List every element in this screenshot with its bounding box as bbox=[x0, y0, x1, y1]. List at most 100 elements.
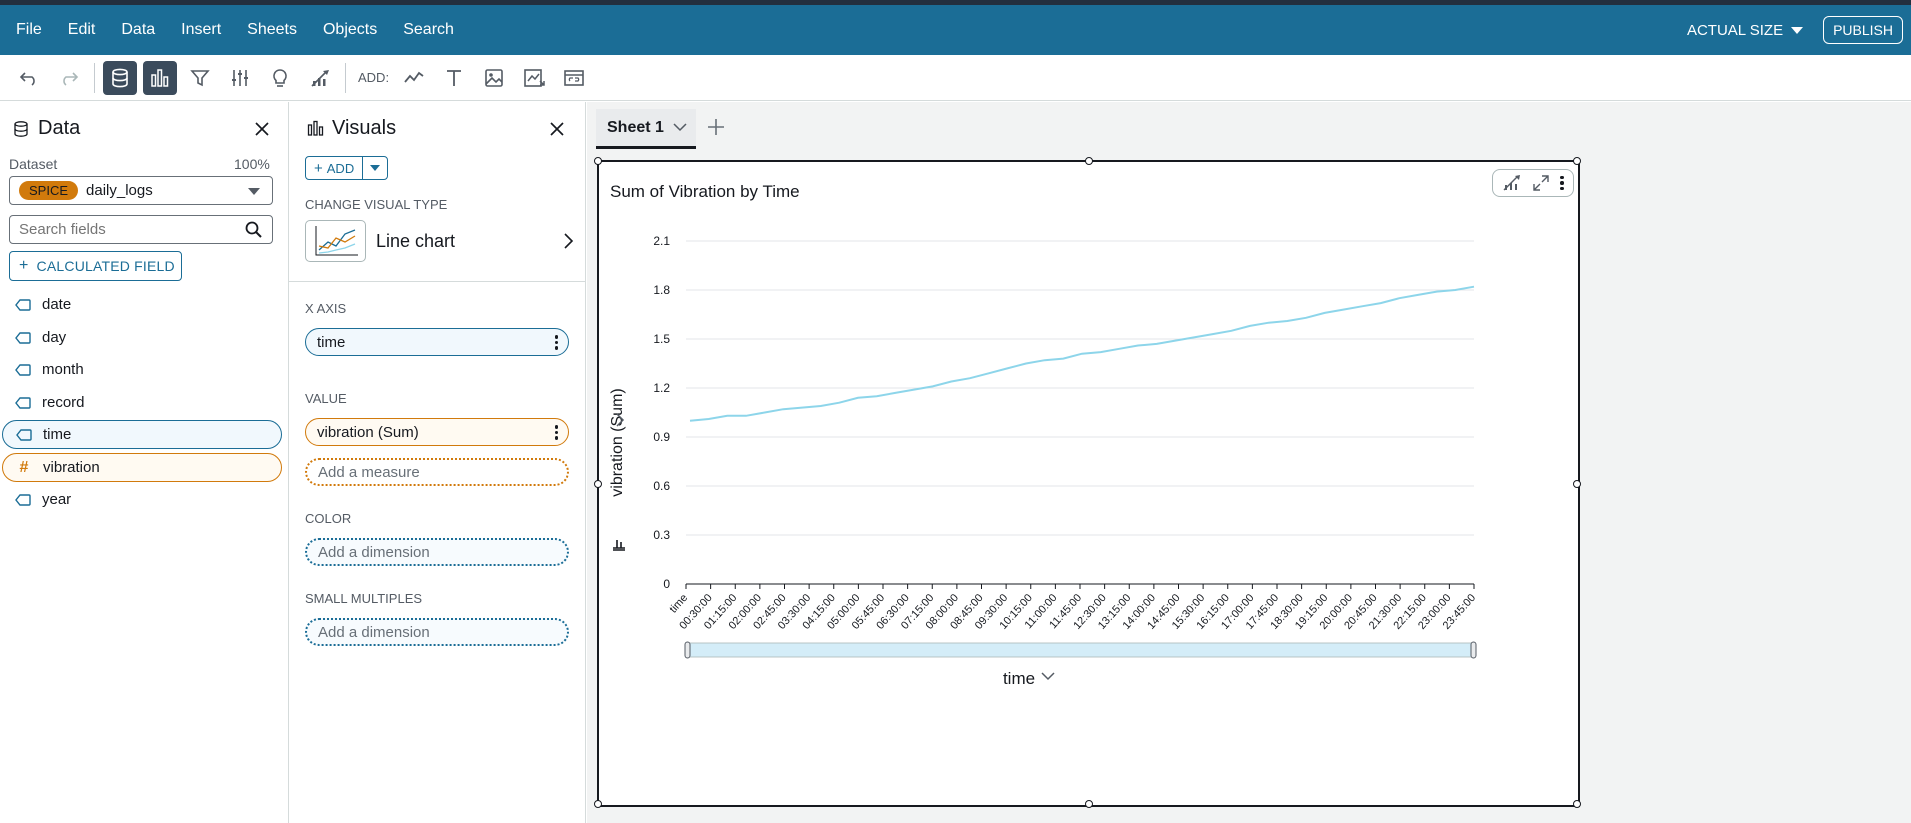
add-text-button[interactable] bbox=[437, 61, 471, 95]
tab-sheet-1[interactable]: Sheet 1 bbox=[596, 109, 696, 149]
search-icon[interactable] bbox=[244, 220, 263, 239]
field-label: year bbox=[42, 491, 72, 508]
chevron-right-icon bbox=[564, 233, 574, 249]
visual-type-selector[interactable]: Line chart bbox=[305, 220, 575, 262]
line-chart-icon bbox=[404, 71, 424, 83]
add-visual-label: ADD bbox=[326, 160, 355, 176]
y-tick-label: 1.2 bbox=[653, 381, 670, 395]
color-label: COLOR bbox=[305, 511, 352, 526]
add-embed-button[interactable] bbox=[557, 61, 591, 95]
add-visual-button[interactable] bbox=[397, 61, 431, 95]
range-slider-track[interactable] bbox=[687, 642, 1475, 658]
dimension-tag-icon bbox=[10, 363, 36, 376]
menu-edit[interactable]: Edit bbox=[55, 5, 109, 55]
data-panel-header: Data bbox=[12, 117, 80, 140]
y-tick-label: 0 bbox=[663, 577, 670, 591]
add-measure-well[interactable]: Add a measure bbox=[305, 458, 569, 486]
actual-size-dropdown[interactable]: ACTUAL SIZE bbox=[1686, 21, 1804, 39]
menu-file[interactable]: File bbox=[0, 5, 55, 55]
series-line[interactable] bbox=[689, 285, 1475, 422]
filter-button[interactable] bbox=[183, 61, 217, 95]
add-dimension-placeholder: Add a dimension bbox=[318, 543, 430, 561]
field-label: day bbox=[42, 329, 67, 346]
database-icon bbox=[14, 120, 28, 137]
add-insight-button[interactable] bbox=[517, 61, 551, 95]
dimension-tag-icon bbox=[10, 396, 36, 409]
field-record[interactable]: record bbox=[2, 388, 282, 417]
chevron-down-icon[interactable] bbox=[672, 119, 688, 135]
add-visual-dropdown[interactable] bbox=[363, 157, 387, 179]
dataset-percent: 100% bbox=[234, 156, 270, 172]
field-label: record bbox=[42, 394, 85, 411]
menu-objects[interactable]: Objects bbox=[310, 5, 390, 55]
close-icon[interactable] bbox=[251, 118, 273, 140]
field-month[interactable]: month bbox=[2, 355, 282, 384]
menu-search[interactable]: Search bbox=[390, 5, 467, 55]
more-options-icon[interactable] bbox=[554, 425, 558, 440]
field-vibration[interactable]: # vibration bbox=[2, 453, 282, 482]
chevron-down-icon bbox=[248, 188, 260, 195]
toolbar: ADD: bbox=[0, 55, 1911, 101]
data-panel-title: Data bbox=[38, 117, 81, 139]
small-multiples-add-dimension-well[interactable]: Add a dimension bbox=[305, 618, 569, 646]
bar-chart-icon bbox=[151, 68, 169, 87]
data-pane-button[interactable] bbox=[103, 60, 137, 95]
toolbar-divider bbox=[345, 62, 346, 93]
y-tick-label: 0.6 bbox=[653, 479, 670, 493]
insight-chart-icon bbox=[524, 68, 545, 87]
spice-badge: SPICE bbox=[19, 181, 79, 200]
sheet-tab-label: Sheet 1 bbox=[607, 118, 664, 136]
color-add-dimension-well[interactable]: Add a dimension bbox=[305, 538, 569, 566]
dimension-tag-icon bbox=[11, 428, 37, 441]
y-axis-title: vibration (Sum) bbox=[609, 388, 626, 496]
measure-hash-icon: # bbox=[19, 458, 29, 476]
add-image-button[interactable] bbox=[477, 61, 511, 95]
database-icon bbox=[112, 68, 128, 87]
value-field-well[interactable]: vibration (Sum) bbox=[305, 418, 569, 446]
insights-button[interactable] bbox=[263, 61, 297, 95]
menu-right: ACTUAL SIZE PUBLISH bbox=[1687, 5, 1903, 55]
field-day[interactable]: day bbox=[2, 323, 282, 352]
visuals-panel-title: Visuals bbox=[332, 117, 397, 139]
menu-data[interactable]: Data bbox=[108, 5, 168, 55]
y-tick-label: 1.5 bbox=[653, 332, 670, 346]
menu-sheets[interactable]: Sheets bbox=[234, 5, 310, 55]
toolbar-divider bbox=[94, 62, 95, 93]
publish-button[interactable]: PUBLISH bbox=[1823, 16, 1903, 44]
add-visual-split-button: + ADD bbox=[305, 156, 389, 180]
redo-button[interactable] bbox=[52, 61, 86, 95]
x-axis-title[interactable]: time bbox=[1003, 669, 1035, 688]
range-slider-handle[interactable] bbox=[1470, 641, 1477, 659]
undo-button[interactable] bbox=[12, 61, 46, 95]
panel-divider bbox=[289, 281, 586, 282]
field-time[interactable]: time bbox=[2, 420, 282, 449]
x-axis-field-well[interactable]: time bbox=[305, 328, 569, 356]
chevron-down-icon bbox=[370, 165, 381, 171]
add-measure-placeholder: Add a measure bbox=[318, 463, 420, 481]
visuals-pane-button[interactable] bbox=[143, 60, 177, 95]
more-options-icon[interactable] bbox=[554, 335, 558, 350]
add-visual-button[interactable]: + ADD bbox=[306, 157, 364, 179]
search-fields-input[interactable] bbox=[9, 215, 273, 244]
field-date[interactable]: date bbox=[2, 290, 282, 319]
line-chart-thumbnail-icon bbox=[305, 220, 366, 262]
actual-size-label: ACTUAL SIZE bbox=[1686, 21, 1784, 39]
dimension-tag-icon bbox=[10, 298, 36, 311]
add-label: ADD: bbox=[358, 70, 390, 85]
y-tick-label: 0.9 bbox=[653, 430, 670, 444]
range-slider-handle[interactable] bbox=[684, 641, 691, 659]
field-label: date bbox=[42, 296, 72, 313]
add-sheet-icon[interactable] bbox=[706, 117, 726, 137]
calculated-field-button[interactable]: + CALCULATED FIELD bbox=[9, 251, 182, 281]
image-icon bbox=[485, 68, 503, 87]
visual-container[interactable]: Sum of Vibration by Time 0 0.3 0.6 0.9 1.2 1.… bbox=[594, 157, 1581, 808]
close-icon[interactable] bbox=[546, 118, 568, 140]
y-tick-label: 2.1 bbox=[653, 234, 670, 248]
sort-icon[interactable] bbox=[613, 540, 625, 551]
themes-button[interactable] bbox=[303, 61, 337, 95]
dataset-select[interactable]: SPICE daily_logs bbox=[9, 176, 273, 205]
field-year[interactable]: year bbox=[2, 485, 282, 514]
menu-insert[interactable]: Insert bbox=[168, 5, 234, 55]
parameters-button[interactable] bbox=[223, 61, 257, 95]
chevron-down-icon[interactable] bbox=[1041, 672, 1055, 681]
